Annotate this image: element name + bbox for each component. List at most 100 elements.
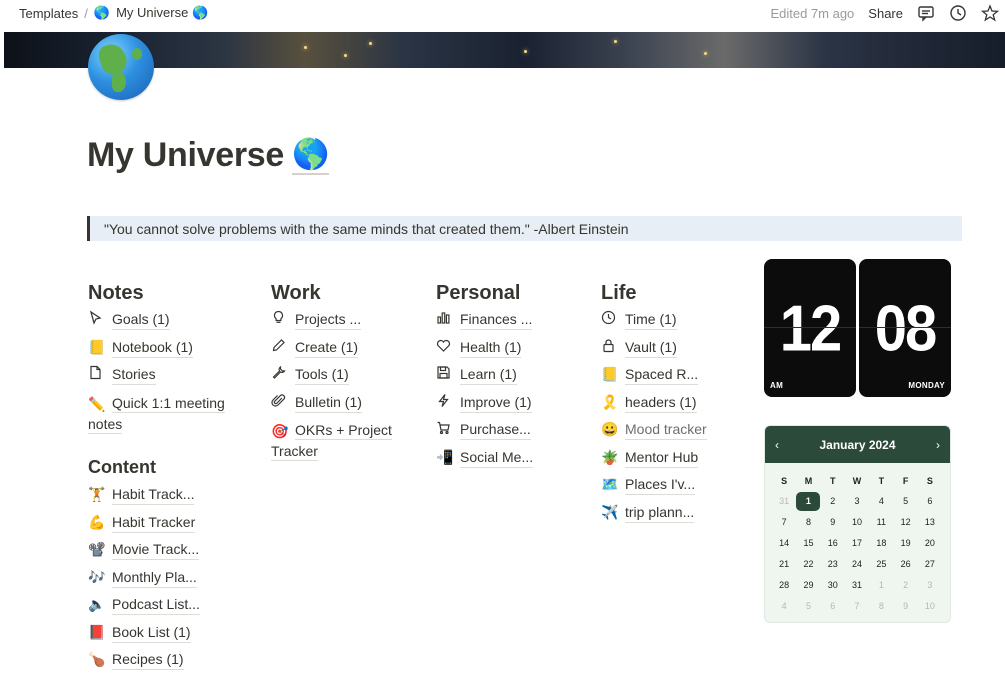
- edited-timestamp: Edited 7m ago: [770, 5, 855, 21]
- link-places[interactable]: 🗺️ Places I'v...: [601, 475, 751, 503]
- breadcrumb-templates[interactable]: Templates: [19, 6, 78, 21]
- calendar-day[interactable]: 8: [796, 512, 820, 533]
- link-headers[interactable]: 🎗️ headers (1): [601, 393, 751, 421]
- link-notebook[interactable]: 📒 Notebook (1): [88, 338, 248, 366]
- calendar-day[interactable]: 17: [845, 533, 869, 554]
- target-icon: 🎯: [271, 423, 289, 440]
- work-heading: Work: [271, 282, 321, 304]
- calendar-day[interactable]: 9: [821, 512, 845, 533]
- calendar-weekday-header: F: [902, 476, 909, 486]
- calendar-day[interactable]: 18: [869, 533, 893, 554]
- calendar-day[interactable]: 19: [893, 533, 917, 554]
- link-habit-tracker[interactable]: 💪 Habit Tracker: [88, 513, 248, 541]
- calendar-day[interactable]: 28: [772, 575, 796, 596]
- link-improve[interactable]: Improve (1): [436, 393, 586, 421]
- calendar-day[interactable]: 12: [893, 512, 917, 533]
- link-vault[interactable]: Vault (1): [601, 338, 751, 366]
- calendar-day[interactable]: 11: [869, 512, 893, 533]
- calendar-day[interactable]: 27: [918, 554, 942, 575]
- star-icon[interactable]: [980, 4, 1000, 22]
- link-monthly-pla[interactable]: 🎶 Monthly Pla...: [88, 568, 248, 596]
- calendar-day[interactable]: 23: [821, 554, 845, 575]
- link-purchase[interactable]: Purchase...: [436, 420, 586, 448]
- link-movie-track[interactable]: 📽️ Movie Track...: [88, 540, 248, 568]
- calendar-day[interactable]: 30: [821, 575, 845, 596]
- link-trip-planner[interactable]: ✈️ trip plann...: [601, 503, 751, 531]
- share-button[interactable]: Share: [868, 6, 903, 21]
- calendar-next-button[interactable]: ›: [936, 438, 940, 452]
- link-recipes[interactable]: 🍗 Recipes (1): [88, 650, 248, 678]
- link-mood-tracker[interactable]: 😀 Mood tracker: [601, 420, 751, 448]
- link-stories[interactable]: Stories: [88, 365, 248, 393]
- link-goals[interactable]: Goals (1): [88, 310, 248, 338]
- clock-weekday: MONDAY: [908, 381, 945, 390]
- calendar-day[interactable]: 3: [918, 575, 942, 596]
- comment-icon[interactable]: [917, 4, 935, 22]
- link-habit-track[interactable]: 🏋️ Habit Track...: [88, 485, 248, 513]
- calendar-day[interactable]: 26: [893, 554, 917, 575]
- link-learn[interactable]: Learn (1): [436, 365, 586, 393]
- notes-section: Notes Goals (1) 📒 Notebook (1) Stories ✏…: [88, 282, 248, 442]
- link-create[interactable]: Create (1): [271, 338, 421, 366]
- calendar-day[interactable]: 5: [893, 491, 917, 512]
- calendar-day[interactable]: 1: [869, 575, 893, 596]
- calendar-day[interactable]: 7: [845, 596, 869, 617]
- life-heading: Life: [601, 282, 637, 304]
- link-mentor-hub[interactable]: 🪴 Mentor Hub: [601, 448, 751, 476]
- link-tools[interactable]: Tools (1): [271, 365, 421, 393]
- calendar-day[interactable]: 9: [893, 596, 917, 617]
- calendar-day[interactable]: 14: [772, 533, 796, 554]
- calendar-prev-button[interactable]: ‹: [775, 438, 779, 452]
- link-bulletin[interactable]: Bulletin (1): [271, 393, 421, 421]
- calendar-day[interactable]: 15: [796, 533, 820, 554]
- calendar-day[interactable]: 25: [869, 554, 893, 575]
- link-time[interactable]: Time (1): [601, 310, 751, 338]
- calendar-day[interactable]: 22: [796, 554, 820, 575]
- link-projects[interactable]: Projects ...: [271, 310, 421, 338]
- link-quick-meeting-notes[interactable]: ✏️ Quick 1:1 meeting notes: [88, 393, 248, 442]
- calendar-day[interactable]: 21: [772, 554, 796, 575]
- calendar-day[interactable]: 10: [845, 512, 869, 533]
- calendar-day[interactable]: 31: [772, 491, 796, 512]
- notes-heading: Notes: [88, 282, 144, 304]
- history-clock-icon[interactable]: [949, 4, 967, 22]
- wrench-icon: [271, 365, 295, 380]
- personal-heading: Personal: [436, 282, 521, 304]
- calendar-day[interactable]: 3: [845, 491, 869, 512]
- clock-icon: [601, 310, 625, 325]
- calendar-day-today[interactable]: 1: [796, 491, 821, 512]
- calendar-day[interactable]: 2: [893, 575, 917, 596]
- calendar-day[interactable]: 20: [918, 533, 942, 554]
- calendar-day[interactable]: 2: [821, 491, 845, 512]
- page-title[interactable]: My Universe 🌎: [87, 136, 329, 175]
- calendar-day[interactable]: 5: [796, 596, 820, 617]
- calendar-day[interactable]: 24: [845, 554, 869, 575]
- cursor-icon: [88, 310, 112, 325]
- breadcrumb: Templates / 🌎 My Universe 🌎: [19, 5, 208, 21]
- calendar-day[interactable]: 13: [918, 512, 942, 533]
- globe-icon: 🌎: [292, 137, 329, 175]
- link-health[interactable]: Health (1): [436, 338, 586, 366]
- pencil-emoji-icon: ✏️: [88, 395, 106, 412]
- calendar-day[interactable]: 6: [918, 491, 942, 512]
- page-globe-icon[interactable]: [88, 34, 154, 100]
- clock-hours: 12: [779, 292, 843, 365]
- calendar-day[interactable]: 7: [772, 512, 796, 533]
- calendar-day[interactable]: 31: [845, 575, 869, 596]
- calendar-day[interactable]: 8: [869, 596, 893, 617]
- heart-icon: [436, 338, 460, 353]
- calendar-widget: ‹ January 2024 › S M T W T F S 31 1 2 3 4 5 6 7 8 9 10 11 1…: [764, 425, 951, 623]
- link-social-media[interactable]: 📲 Social Me...: [436, 448, 586, 476]
- link-book-list[interactable]: 📕 Book List (1): [88, 623, 248, 651]
- link-podcast-list[interactable]: 🔈 Podcast List...: [88, 595, 248, 623]
- calendar-day[interactable]: 4: [869, 491, 893, 512]
- calendar-day[interactable]: 16: [821, 533, 845, 554]
- calendar-day[interactable]: 10: [918, 596, 942, 617]
- calendar-day[interactable]: 29: [796, 575, 820, 596]
- breadcrumb-my-universe[interactable]: My Universe 🌎: [116, 5, 208, 21]
- calendar-day[interactable]: 4: [772, 596, 796, 617]
- link-spaced-repetition[interactable]: 📒 Spaced R...: [601, 365, 751, 393]
- calendar-day[interactable]: 6: [821, 596, 845, 617]
- link-finances[interactable]: Finances ...: [436, 310, 586, 338]
- link-okrs-project-tracker[interactable]: 🎯 OKRs + Project Tracker: [271, 420, 421, 469]
